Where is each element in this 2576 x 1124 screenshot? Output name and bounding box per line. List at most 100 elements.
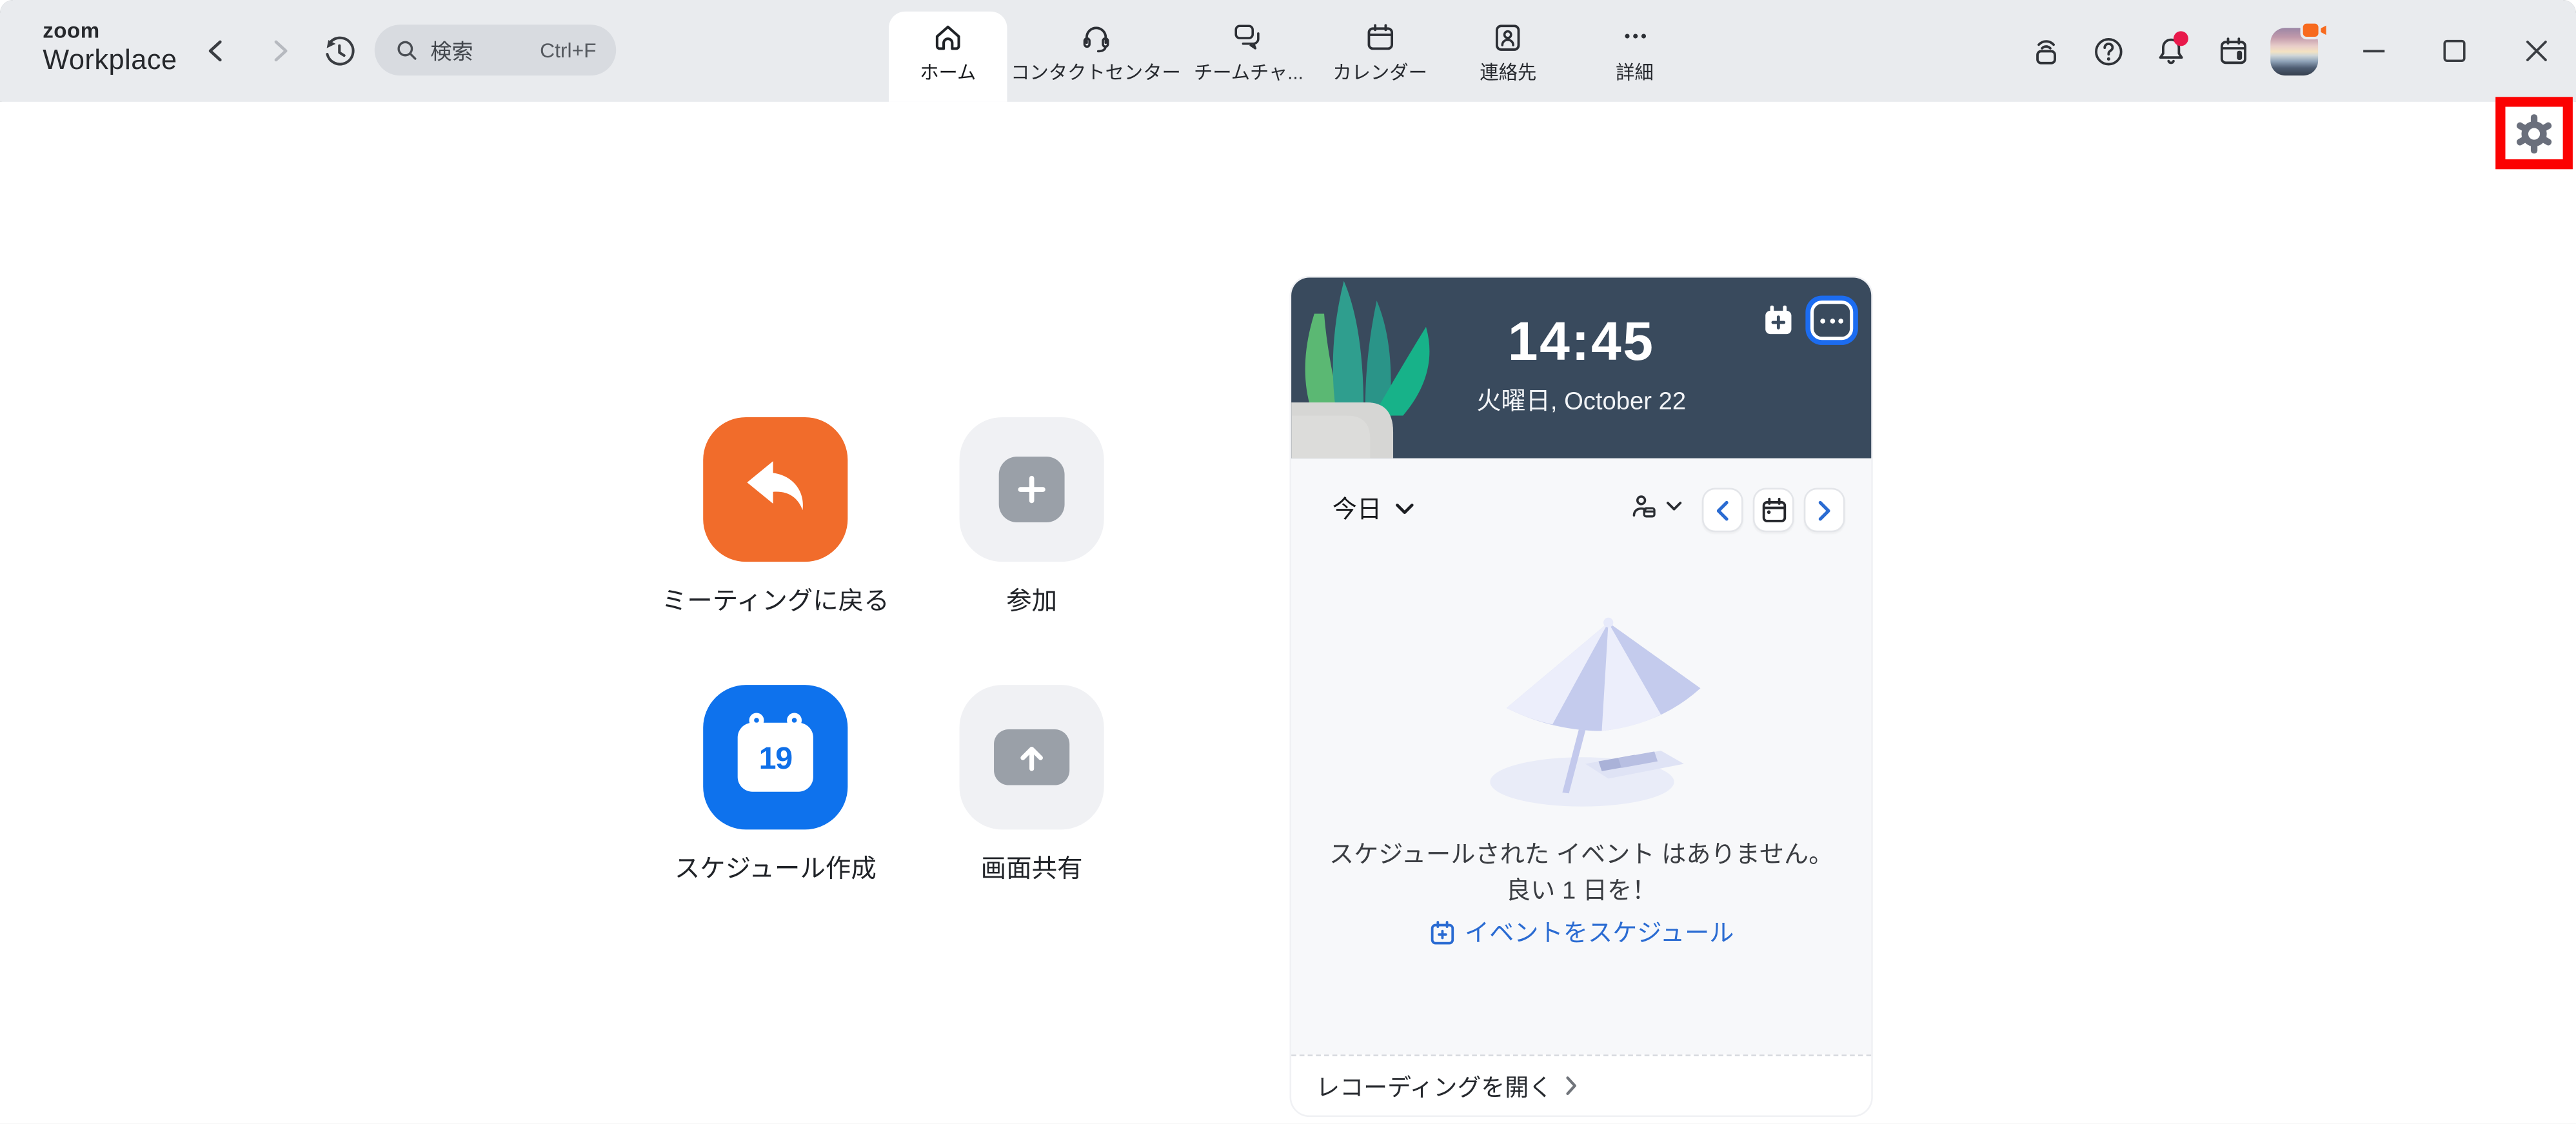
home-content: ミーティングに戻る 参加 19 スケジュール作成 [0, 102, 2576, 1124]
quick-action-label: 参加 [1006, 582, 1057, 618]
quick-action-label: 画面共有 [981, 849, 1083, 885]
calendar-day-number: 19 [759, 736, 792, 778]
zoom-workplace-logo: zoom Workplace [43, 20, 177, 74]
next-day-button[interactable] [1804, 488, 1845, 533]
chevron-left-icon [1714, 498, 1732, 522]
search-shortcut: Ctrl+F [540, 39, 597, 62]
open-recordings-label: レコーディングを開く [1316, 1069, 1552, 1103]
help-button[interactable] [2085, 28, 2130, 74]
tab-team-chat[interactable]: チームチャ... [1194, 12, 1303, 102]
tab-label: チームチャ... [1194, 59, 1303, 86]
maximize-icon [2441, 38, 2468, 64]
device-icon [2028, 34, 2063, 68]
quick-action-schedule: 19 スケジュール作成 [652, 685, 898, 885]
reply-icon [738, 451, 813, 527]
tab-label: 詳細 [1616, 59, 1654, 86]
plus-tile [999, 457, 1065, 522]
minimize-icon [2361, 38, 2387, 64]
chevron-down-icon [1395, 502, 1415, 515]
search-icon [394, 38, 419, 63]
search-placeholder: 検索 [430, 34, 473, 65]
empty-state-line2: 良い 1 日を！ [1291, 873, 1871, 907]
dot [1838, 318, 1843, 323]
chevron-right-icon [264, 36, 294, 66]
titlebar: zoom Workplace 検索 Ctrl+F [0, 0, 2576, 102]
quick-action-label: スケジュール作成 [675, 849, 877, 885]
mini-calendar-button[interactable] [1753, 488, 1794, 533]
tab-label: コンタクトセンター [1011, 59, 1181, 86]
calendar-19-icon: 19 [738, 723, 813, 792]
chevron-right-icon [1816, 498, 1834, 522]
tab-home[interactable]: ホーム [889, 12, 1007, 102]
chevron-left-icon [202, 36, 232, 66]
connect-device-button[interactable] [2023, 28, 2068, 74]
history-icon [321, 34, 355, 68]
forward-button[interactable] [256, 28, 302, 74]
chevron-down-icon [1666, 501, 1682, 513]
gear-icon [2513, 112, 2555, 153]
date-range-dropdown[interactable]: 今日 [1333, 491, 1414, 526]
headset-icon [1080, 21, 1113, 54]
search-input[interactable]: 検索 Ctrl+F [375, 25, 616, 75]
dot [1820, 318, 1825, 323]
zoom-workplace-window: zoom Workplace 検索 Ctrl+F [0, 0, 2576, 1124]
logo-line-zoom: zoom [43, 20, 177, 41]
maximize-button[interactable] [2432, 28, 2477, 74]
settings-gear-button[interactable] [2513, 112, 2555, 153]
open-panel-button[interactable] [2210, 28, 2255, 74]
calendar-plus-icon [1429, 919, 1455, 945]
tab-label: 連絡先 [1480, 59, 1536, 86]
notification-dot [2174, 31, 2188, 46]
quick-action-label: ミーティングに戻る [662, 582, 889, 618]
calendar-icon [1363, 21, 1396, 54]
schedule-event-link[interactable]: イベントをスケジュール [1291, 915, 1871, 949]
back-button[interactable] [194, 28, 240, 74]
quick-action-back-to-meeting: ミーティングに戻る [652, 417, 898, 618]
notifications-button[interactable] [2147, 28, 2193, 74]
quick-action-join: 参加 [909, 417, 1155, 618]
settings-annotation-box [2495, 97, 2573, 169]
tab-label: カレンダー [1333, 59, 1427, 86]
share-tile [994, 729, 1069, 785]
schedule-event-link-label: イベントをスケジュール [1465, 915, 1734, 949]
prev-day-button[interactable] [1702, 488, 1743, 533]
widget-date: 火曜日, October 22 [1291, 382, 1871, 417]
close-button[interactable] [2513, 28, 2559, 74]
quick-action-share-screen: 画面共有 [909, 685, 1155, 885]
calendar-add-icon[interactable] [1763, 305, 1794, 336]
join-button[interactable] [960, 417, 1104, 562]
avatar[interactable] [2270, 27, 2318, 75]
tab-contacts[interactable]: 連絡先 [1480, 12, 1536, 102]
more-icon [1618, 21, 1651, 54]
tab-calendar[interactable]: カレンダー [1333, 12, 1427, 102]
upcoming-widget-card: 14:45 火曜日, October 22 今日 [1290, 276, 1873, 1117]
umbrella-illustration [1450, 613, 1713, 813]
contacts-icon [1492, 21, 1525, 54]
date-range-label: 今日 [1333, 491, 1382, 526]
tab-contact-center[interactable]: コンタクトセンター [1011, 12, 1181, 102]
minimize-button[interactable] [2351, 28, 2397, 74]
back-to-meeting-button[interactable] [703, 417, 847, 562]
mini-calendar-icon [1759, 495, 1788, 525]
person-filter-icon [1630, 493, 1658, 520]
history-button[interactable] [315, 28, 361, 74]
share-screen-button[interactable] [960, 685, 1104, 829]
logo-line-workplace: Workplace [43, 46, 177, 74]
empty-state-line1: スケジュールされた イベント はありません。 [1291, 836, 1871, 871]
chat-icon [1232, 21, 1265, 54]
home-icon [931, 21, 964, 54]
close-icon [2523, 38, 2550, 64]
widget-more-button[interactable] [1810, 301, 1853, 340]
dot [1829, 318, 1834, 323]
panel-icon [2215, 34, 2250, 68]
share-icon [1012, 738, 1051, 777]
widget-header-actions [1763, 301, 1853, 340]
tab-more[interactable]: 詳細 [1616, 12, 1654, 102]
person-filter-dropdown[interactable] [1630, 493, 1683, 520]
widget-nav-group [1702, 488, 1845, 533]
plus-icon [1012, 469, 1051, 509]
open-recordings-row[interactable]: レコーディングを開く [1291, 1054, 1871, 1115]
camera-badge-icon [2300, 19, 2330, 40]
tab-label: ホーム [920, 59, 976, 86]
schedule-button[interactable]: 19 [703, 685, 847, 829]
